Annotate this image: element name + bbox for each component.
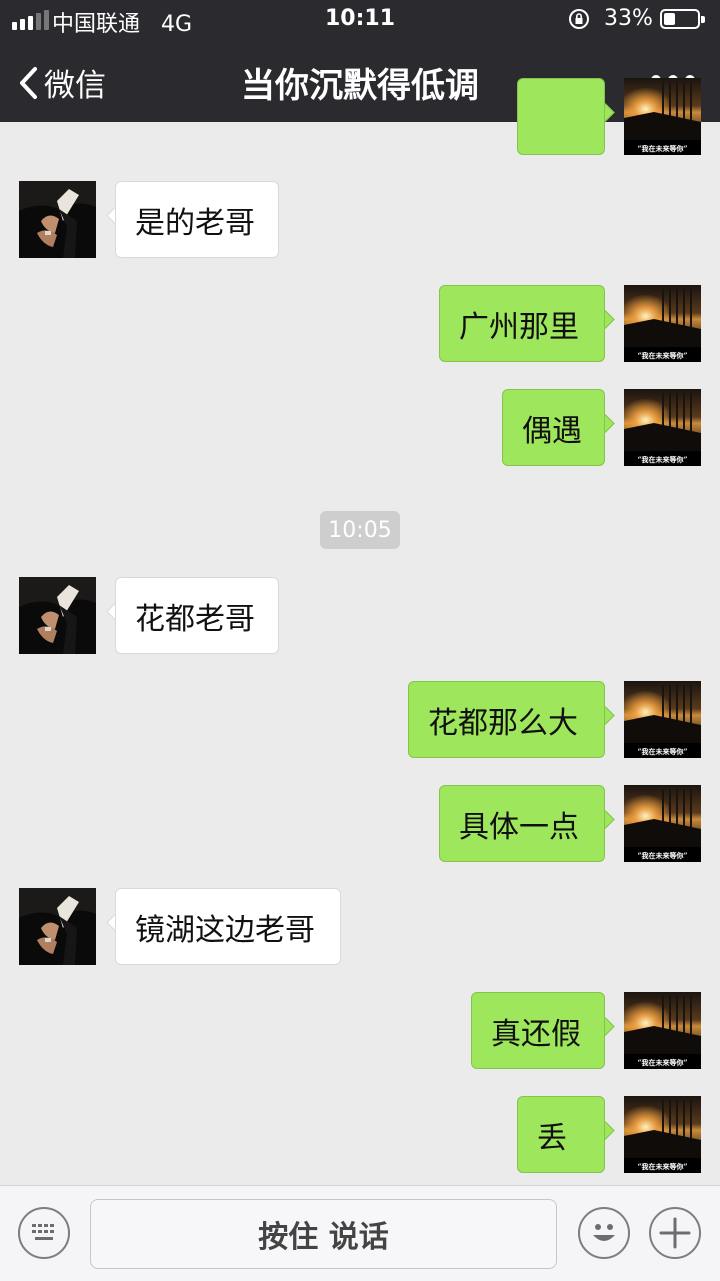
- message-row: “我在未来等你” 真还假: [0, 992, 720, 1069]
- message-text: 是的老哥: [135, 205, 255, 241]
- svg-text:“我在未来等你”: “我在未来等你”: [637, 747, 687, 756]
- incoming-message-bubble[interactable]: 镜湖这边老哥: [115, 888, 341, 965]
- hold-to-talk-button[interactable]: 按住 说话: [90, 1199, 557, 1269]
- message-text: 偶遇: [522, 413, 582, 449]
- man-suit-avatar[interactable]: [19, 888, 96, 965]
- outgoing-message-bubble[interactable]: 真还假: [471, 992, 605, 1069]
- battery-icon: [660, 9, 705, 29]
- hold-to-talk-label: 按住 说话: [258, 1220, 389, 1255]
- message-row: 是的老哥: [0, 181, 720, 258]
- message-row: “我在未来等你” 广州那里: [0, 285, 720, 362]
- message-row: “我在未来等你”: [0, 78, 720, 155]
- message-row: 花都老哥: [0, 577, 720, 654]
- svg-text:“我在未来等你”: “我在未来等你”: [637, 455, 687, 464]
- rotation-lock-icon: [569, 9, 589, 29]
- svg-text:“我在未来等你”: “我在未来等你”: [637, 851, 687, 860]
- outgoing-message-bubble[interactable]: 具体一点: [439, 785, 605, 862]
- message-text: 具体一点: [459, 809, 579, 845]
- message-row: “我在未来等你” 丢: [0, 1096, 720, 1173]
- message-row: “我在未来等你” 具体一点: [0, 785, 720, 862]
- sunset-avatar[interactable]: “我在未来等你”: [624, 389, 701, 466]
- incoming-message-bubble[interactable]: 花都老哥: [115, 577, 279, 654]
- sunset-avatar[interactable]: “我在未来等你”: [624, 681, 701, 758]
- message-text: 广州那里: [459, 309, 579, 345]
- message-text: 丢: [537, 1120, 567, 1156]
- outgoing-message-bubble[interactable]: 花都那么大: [408, 681, 605, 758]
- emoji-button[interactable]: [578, 1207, 630, 1259]
- outgoing-message-bubble[interactable]: 丢: [517, 1096, 605, 1173]
- message-row: “我在未来等你” 花都那么大: [0, 681, 720, 758]
- add-button[interactable]: [649, 1207, 701, 1259]
- message-row: 镜湖这边老哥: [0, 888, 720, 965]
- outgoing-message-bubble[interactable]: 偶遇: [502, 389, 605, 466]
- battery-percent: 33%: [604, 6, 653, 31]
- sunset-avatar[interactable]: “我在未来等你”: [624, 992, 701, 1069]
- svg-text:“我在未来等你”: “我在未来等你”: [637, 1058, 687, 1067]
- man-suit-avatar[interactable]: [19, 181, 96, 258]
- emoji-icon: [593, 1224, 615, 1241]
- sunset-avatar[interactable]: “我在未来等你”: [624, 78, 701, 155]
- keyboard-button[interactable]: [18, 1207, 70, 1259]
- sunset-avatar[interactable]: “我在未来等你”: [624, 285, 701, 362]
- message-row: “我在未来等你” 偶遇: [0, 389, 720, 466]
- incoming-message-bubble[interactable]: 是的老哥: [115, 181, 279, 258]
- keyboard-icon: [32, 1224, 54, 1240]
- plus-icon: [659, 1217, 691, 1249]
- message-text: 镜湖这边老哥: [135, 912, 315, 948]
- svg-text:“我在未来等你”: “我在未来等你”: [637, 144, 687, 153]
- svg-text:“我在未来等你”: “我在未来等你”: [637, 351, 687, 360]
- sunset-avatar[interactable]: “我在未来等你”: [624, 785, 701, 862]
- message-text: 真还假: [491, 1016, 581, 1052]
- message-text: 花都那么大: [428, 705, 578, 741]
- outgoing-message-bubble[interactable]: 广州那里: [439, 285, 605, 362]
- timestamp: 10:05: [320, 511, 400, 549]
- svg-text:“我在未来等你”: “我在未来等你”: [637, 1162, 687, 1171]
- input-bar: 按住 说话: [0, 1185, 720, 1281]
- status-bar: 中国联通 4G 10:11 33%: [0, 0, 720, 40]
- message-text: 花都老哥: [135, 601, 255, 637]
- sunset-avatar[interactable]: “我在未来等你”: [624, 1096, 701, 1173]
- man-suit-avatar[interactable]: [19, 577, 96, 654]
- outgoing-message-bubble[interactable]: [517, 78, 605, 155]
